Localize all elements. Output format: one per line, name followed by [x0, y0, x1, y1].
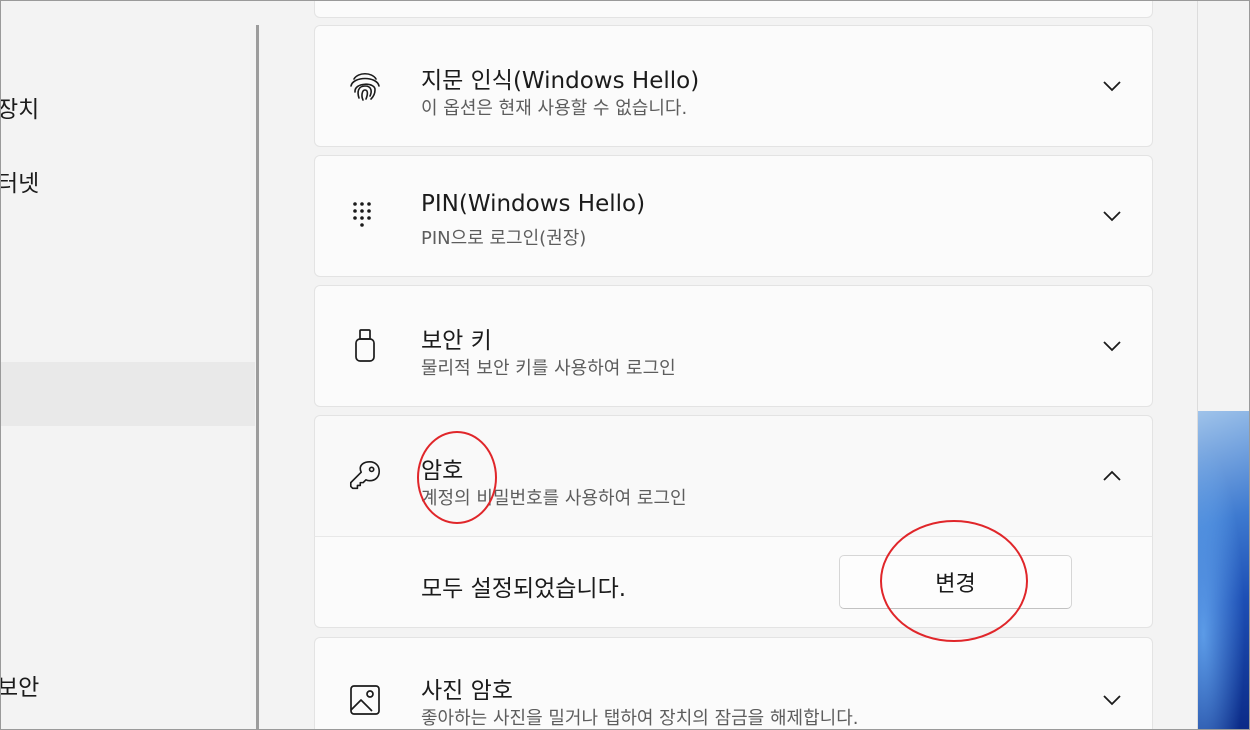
password-status-text: 모두 설정되었습니다.: [421, 576, 627, 602]
option-fingerprint[interactable]: 지문 인식(Windows Hello) 이 옵션은 현재 사용할 수 없습니다…: [314, 25, 1153, 147]
settings-window: 장치 터넷 보안 지문 인식(Windows Hello) 이 옵션은 현재 사…: [0, 0, 1250, 730]
pin-title: PIN(Windows Hello): [421, 191, 646, 217]
chevron-down-icon[interactable]: [1102, 26, 1122, 146]
nav-item-selected[interactable]: [1, 362, 255, 426]
annotation-circle-change: [880, 520, 1028, 642]
picture-icon: [347, 638, 383, 729]
card-partial-top: [314, 1, 1153, 18]
key-icon: [347, 416, 383, 536]
nav-item-devices[interactable]: 장치: [1, 90, 39, 124]
security-key-title: 보안 키: [421, 328, 492, 354]
pin-subtitle: PIN으로 로그인(권장): [421, 228, 587, 249]
security-key-subtitle: 물리적 보안 키를 사용하여 로그인: [421, 358, 676, 379]
fingerprint-icon: [347, 26, 383, 146]
wallpaper: [1198, 411, 1249, 729]
option-picture-password[interactable]: 사진 암호 좋아하는 사진을 밀거나 탭하여 장치의 잠금을 해제합니다.: [314, 637, 1153, 729]
picture-password-subtitle: 좋아하는 사진을 밀거나 탭하여 장치의 잠금을 해제합니다.: [421, 708, 859, 729]
nav-item-security[interactable]: 보안: [1, 668, 39, 702]
nav-item-network[interactable]: 터넷: [1, 164, 39, 198]
fingerprint-subtitle: 이 옵션은 현재 사용할 수 없습니다.: [421, 98, 688, 119]
picture-password-title: 사진 암호: [421, 678, 513, 704]
desktop-background: [1197, 1, 1249, 729]
left-nav: 장치 터넷 보안: [1, 1, 257, 729]
usb-key-icon: [347, 286, 383, 406]
chevron-down-icon[interactable]: [1102, 638, 1122, 729]
fingerprint-title: 지문 인식(Windows Hello): [421, 68, 700, 94]
nav-divider: [256, 25, 259, 729]
chevron-down-icon[interactable]: [1102, 156, 1122, 276]
option-security-key[interactable]: 보안 키 물리적 보안 키를 사용하여 로그인: [314, 285, 1153, 407]
chevron-down-icon[interactable]: [1102, 286, 1122, 406]
option-pin[interactable]: PIN(Windows Hello) PIN으로 로그인(권장): [314, 155, 1153, 277]
chevron-up-icon[interactable]: [1102, 416, 1122, 536]
annotation-circle-password: [417, 431, 497, 524]
keypad-icon: [347, 156, 383, 276]
